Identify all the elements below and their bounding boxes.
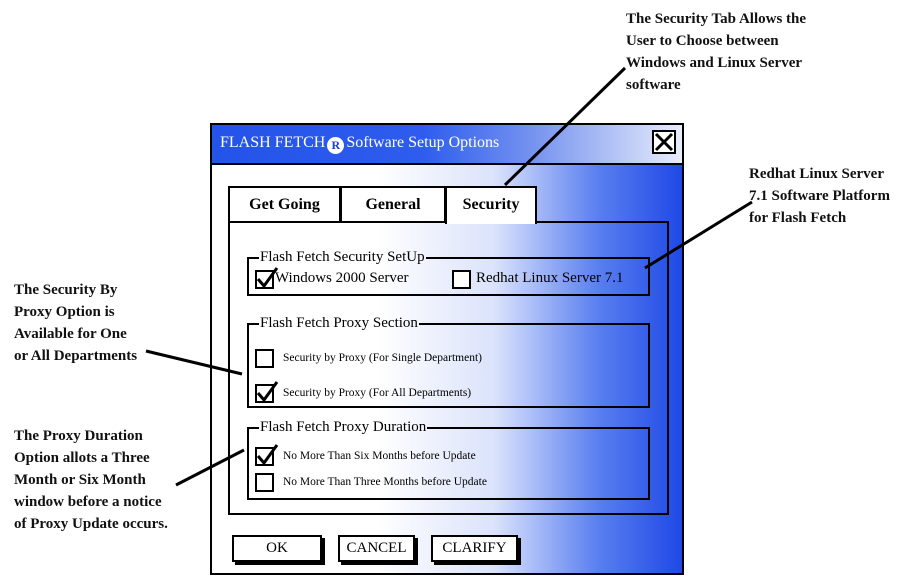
callout-line: or All Departments	[14, 348, 138, 364]
checkmark-icon	[256, 381, 279, 403]
proxy-duration-group: Flash Fetch Proxy Duration No More Than …	[247, 420, 650, 500]
proxy-single-checkbox[interactable]	[255, 349, 274, 368]
callout-line: software	[626, 77, 681, 93]
option-label: No More Than Three Months before Update	[283, 476, 487, 488]
callout-line: Available for One	[14, 326, 127, 342]
close-x-icon	[654, 132, 674, 152]
option-label: No More Than Six Months before Update	[283, 450, 476, 462]
callout-line: 7.1 Software Platform	[749, 188, 890, 204]
callout-line: Proxy Option is	[14, 304, 115, 320]
callout-line: Redhat Linux Server	[749, 166, 884, 182]
security-tab-panel: Flash Fetch Security SetUp Windows 2000 …	[228, 221, 669, 515]
option-label: Security by Proxy (For Single Department…	[283, 352, 482, 364]
tab-get-going[interactable]: Get Going	[228, 186, 341, 222]
callout-proxy-duration: The Proxy Duration Option allots a Three…	[14, 425, 168, 535]
option-label: Security by Proxy (For All Departments)	[283, 387, 472, 399]
callout-line: for Flash Fetch	[749, 210, 847, 226]
callout-security-tab: The Security Tab Allows the User to Choo…	[626, 8, 806, 96]
setup-options-window: FLASH FETCH R Software Setup Options Get G…	[210, 123, 684, 575]
option-label: Redhat Linux Server 7.1	[476, 270, 624, 286]
window-title: FLASH FETCH R Software Setup Options	[220, 134, 499, 154]
callout-line: of Proxy Update occurs.	[14, 516, 168, 532]
windows-2000-checkbox[interactable]	[255, 267, 279, 289]
callout-line: The Security By	[14, 282, 118, 298]
six-months-checkbox[interactable]	[255, 444, 279, 466]
callout-line: User to Choose between	[626, 33, 779, 49]
redhat-linux-checkbox[interactable]	[452, 270, 471, 289]
proxy-all-checkbox[interactable]	[255, 381, 279, 403]
group-legend: Flash Fetch Proxy Section	[260, 315, 418, 331]
cancel-button[interactable]: CANCEL	[338, 535, 415, 562]
proxy-section-group: Flash Fetch Proxy Section Security by Pr…	[247, 316, 650, 408]
group-legend: Flash Fetch Security SetUp	[260, 249, 425, 265]
security-setup-group: Flash Fetch Security SetUp Windows 2000 …	[247, 250, 650, 296]
title-bar[interactable]: FLASH FETCH R Software Setup Options	[212, 125, 682, 165]
callout-line: The Proxy Duration	[14, 428, 143, 444]
option-label: Windows 2000 Server	[275, 270, 409, 286]
clarify-button[interactable]: CLARIFY	[431, 535, 518, 562]
tab-security[interactable]: Security	[445, 186, 537, 224]
callout-line: Month or Six Month	[14, 472, 146, 488]
callout-line: The Security Tab Allows the	[626, 11, 807, 27]
tab-general[interactable]: General	[340, 186, 446, 222]
ok-button[interactable]: OK	[232, 535, 322, 562]
close-button[interactable]	[652, 130, 676, 154]
registered-mark-icon: R	[327, 137, 345, 154]
callout-line: window before a notice	[14, 494, 162, 510]
title-suffix: Software Setup Options	[346, 134, 500, 151]
three-months-checkbox[interactable]	[255, 473, 274, 492]
callout-line: Windows and Linux Server	[626, 55, 803, 71]
group-legend: Flash Fetch Proxy Duration	[260, 419, 427, 435]
callout-proxy-option: The Security By Proxy Option is Availabl…	[14, 279, 137, 367]
title-prefix: FLASH FETCH	[220, 134, 326, 151]
callout-redhat: Redhat Linux Server 7.1 Software Platfor…	[749, 163, 890, 229]
checkmark-icon	[256, 444, 279, 466]
callout-line: Option allots a Three	[14, 450, 150, 466]
